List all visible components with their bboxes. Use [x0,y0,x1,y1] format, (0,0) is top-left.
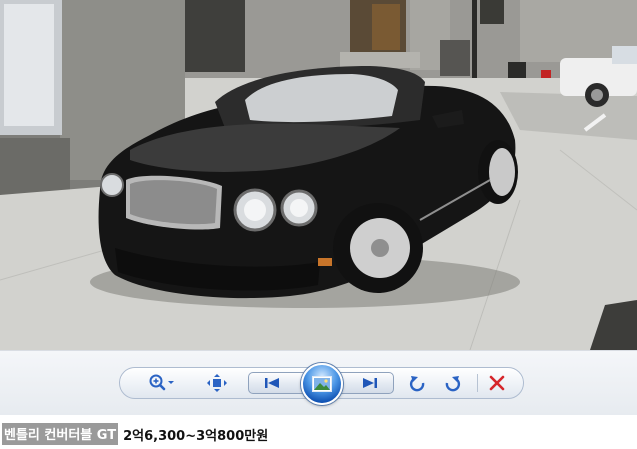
zoom-in-icon [149,374,174,391]
photo-viewport [0,0,637,350]
viewer-toolbar [119,363,524,405]
image-caption: 벤틀리 컨버터블 GT 2억6,300~3억800만원 [2,423,269,445]
viewer-toolbar-band [0,350,637,415]
car-price-label: 2억6,300~3억800만원 [123,428,269,444]
fit-to-window-icon [207,374,227,392]
car-name-label: 벤틀리 컨버터블 GT [2,423,119,445]
fit-to-window-button[interactable] [204,372,230,394]
next-button[interactable] [355,373,385,393]
zoom-button[interactable] [146,372,180,394]
previous-button[interactable] [257,373,287,393]
slideshow-icon [312,376,332,392]
toolbar-separator [477,374,478,392]
next-icon [363,378,377,388]
previous-icon [265,378,279,388]
rotate-counterclockwise-icon [409,376,425,392]
delete-button[interactable] [485,372,509,394]
car-photo [0,0,637,350]
slideshow-button[interactable] [301,363,343,405]
rotate-clockwise-icon [445,376,461,392]
rotate-clockwise-button[interactable] [440,372,464,394]
delete-icon [489,375,505,391]
rotate-counterclockwise-button[interactable] [406,372,430,394]
